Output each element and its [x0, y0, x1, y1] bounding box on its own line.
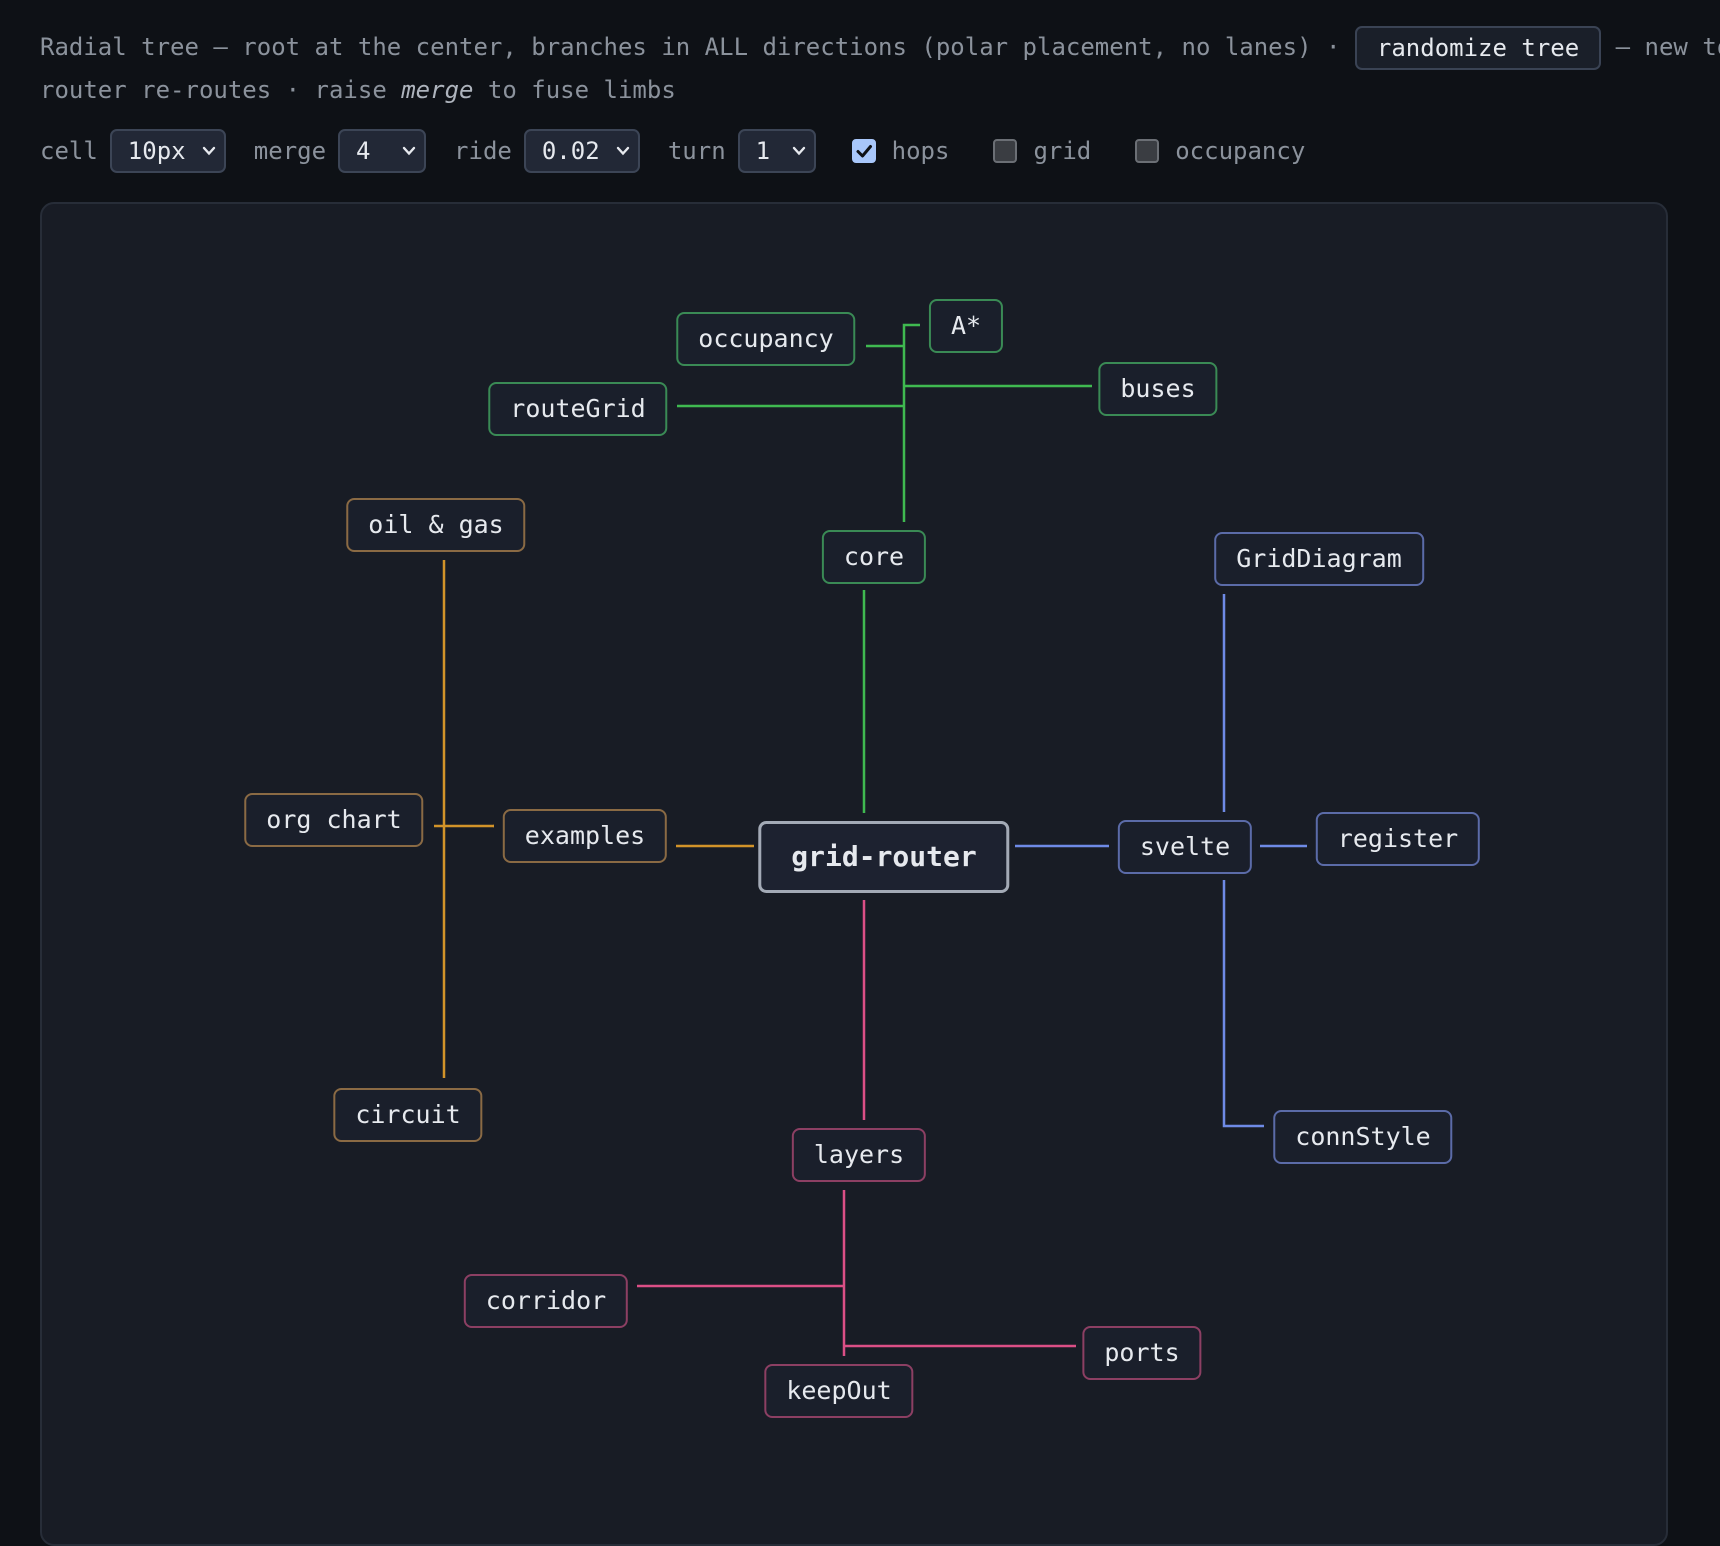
node-connstyle[interactable]: connStyle	[1273, 1110, 1453, 1164]
node-examples[interactable]: examples	[502, 809, 668, 863]
node-core[interactable]: core	[821, 530, 927, 584]
edge-connstyle	[1222, 880, 1264, 1128]
node-occupancy[interactable]: occupancy	[676, 312, 856, 366]
root-node[interactable]: grid-router	[758, 821, 1010, 893]
node-buses[interactable]: buses	[1098, 362, 1218, 416]
edge-core-trunk	[902, 323, 920, 522]
node-astar[interactable]: A*	[928, 299, 1004, 353]
node-org-chart[interactable]: org chart	[244, 793, 424, 847]
node-routegrid[interactable]: routeGrid	[488, 382, 668, 436]
node-griddiagram[interactable]: GridDiagram	[1214, 532, 1424, 586]
node-circuit[interactable]: circuit	[333, 1088, 483, 1142]
node-register[interactable]: register	[1315, 812, 1481, 866]
node-svelte[interactable]: svelte	[1117, 820, 1253, 874]
node-ports[interactable]: ports	[1082, 1326, 1202, 1380]
node-layers[interactable]: layers	[791, 1128, 927, 1182]
node-corridor[interactable]: corridor	[463, 1274, 629, 1328]
node-keepout[interactable]: keepOut	[764, 1364, 914, 1418]
node-oil-gas[interactable]: oil & gas	[346, 498, 526, 552]
tree-edges	[434, 323, 1307, 1356]
